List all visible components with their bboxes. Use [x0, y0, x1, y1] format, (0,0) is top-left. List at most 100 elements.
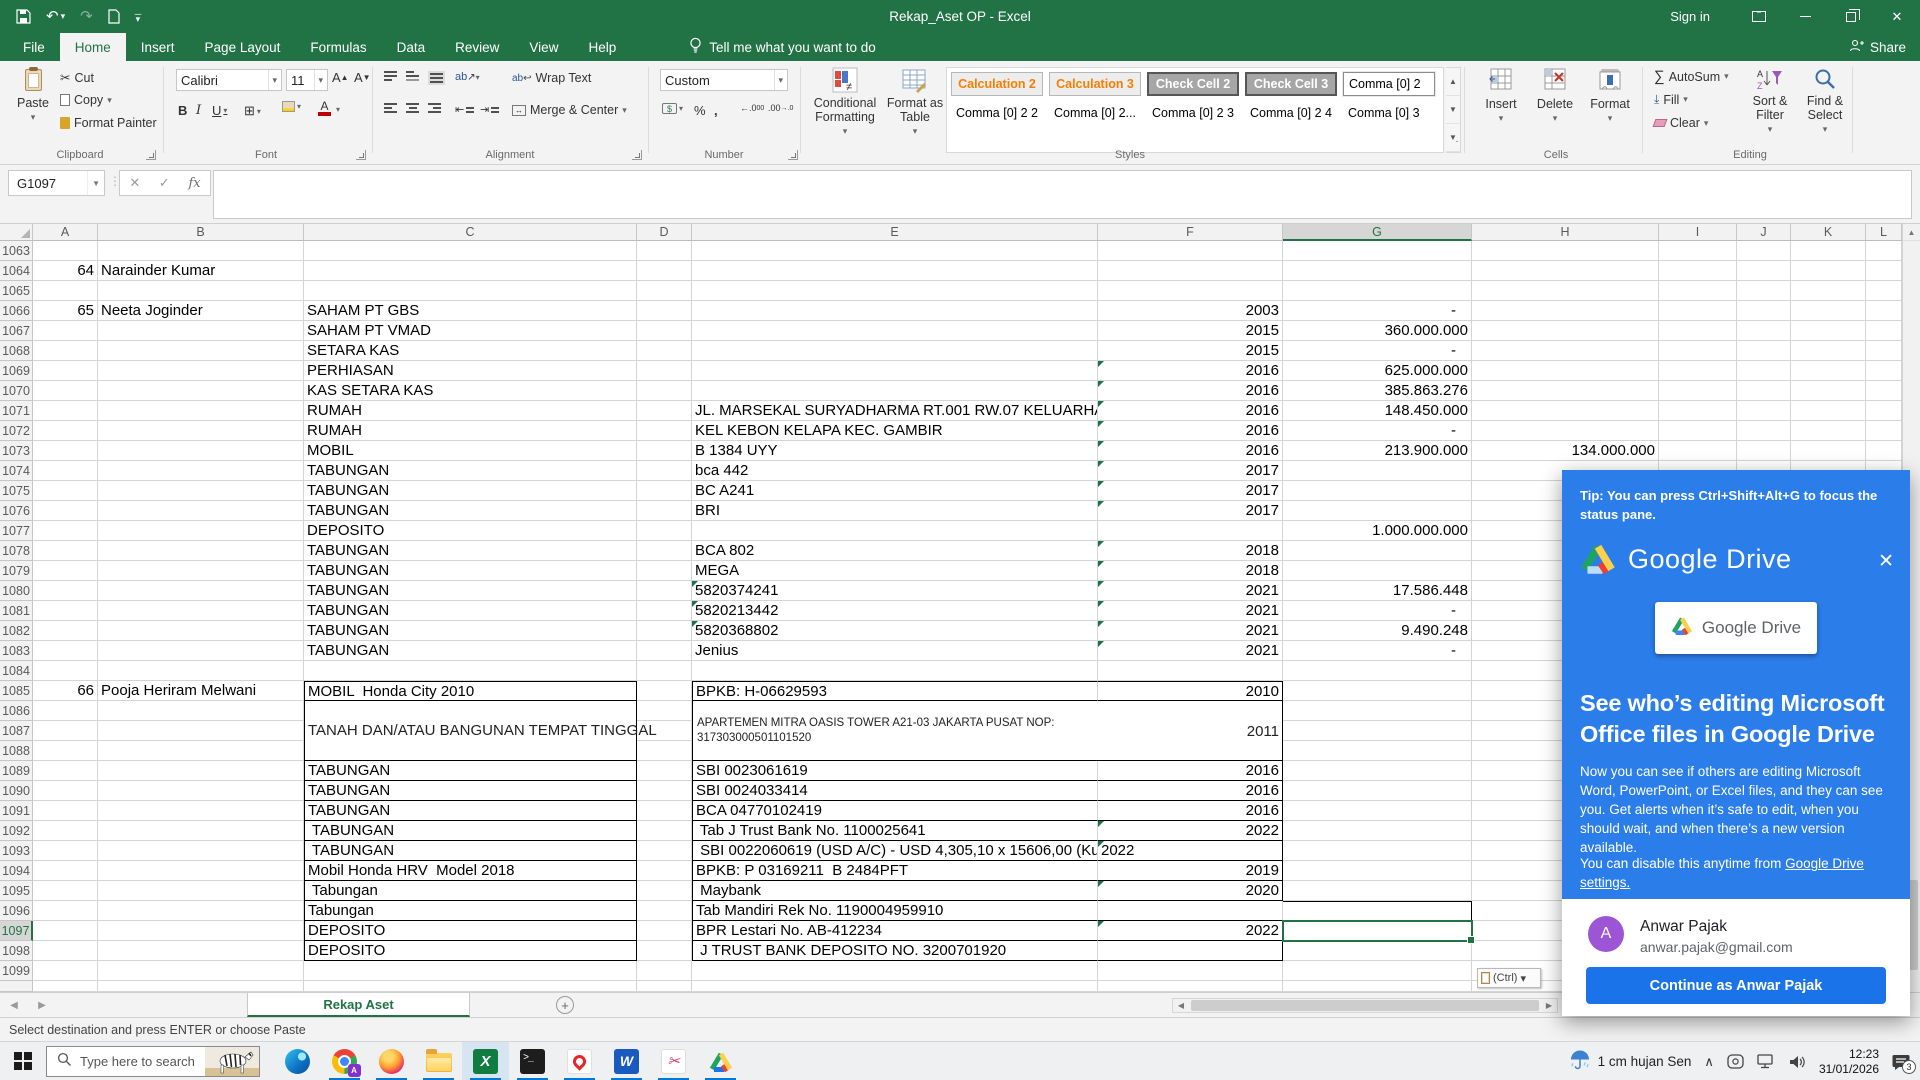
cell-D1077[interactable] — [637, 521, 692, 541]
tell-me-box[interactable]: Tell me what you want to do — [689, 33, 876, 61]
volume-icon[interactable] — [1788, 1054, 1806, 1070]
col-header-B[interactable]: B — [98, 224, 304, 241]
format-as-table-button[interactable]: Format as Table ▾ — [886, 67, 944, 138]
row-header-1097[interactable]: 1097 — [0, 921, 33, 941]
cell-E1095[interactable]: Maybank — [692, 881, 1098, 901]
cell-B1063[interactable] — [98, 241, 304, 261]
cell-C1076[interactable]: TABUNGAN — [304, 501, 637, 521]
cell-I1071[interactable] — [1659, 401, 1737, 421]
cell-G1087[interactable] — [1283, 721, 1472, 741]
wrap-text-button[interactable]: ab↩ Wrap Text — [512, 71, 591, 85]
taskbar-cmd-icon[interactable]: >_ — [509, 1042, 556, 1080]
cell-G1078[interactable] — [1283, 541, 1472, 561]
number-format-combo[interactable]: Custom ▾ — [660, 69, 788, 91]
cell-C1065[interactable] — [304, 281, 637, 301]
cell-D1090[interactable] — [637, 781, 692, 801]
cell-A1097[interactable] — [33, 921, 98, 941]
cell-H1065[interactable] — [1472, 281, 1659, 301]
search-input[interactable]: Type here to search — [46, 1045, 260, 1077]
row-header-1077[interactable]: 1077 — [0, 521, 33, 541]
cell-F1079[interactable]: 2018 — [1098, 561, 1283, 581]
cell-C1098[interactable]: DEPOSITO — [304, 941, 637, 961]
row-header-1089[interactable]: 1089 — [0, 761, 33, 781]
cell-L1071[interactable] — [1866, 401, 1902, 421]
cell-F1083[interactable]: 2021 — [1098, 641, 1283, 661]
cell-F1092[interactable]: 2022 — [1098, 821, 1283, 841]
cell-F1067[interactable]: 2015 — [1098, 321, 1283, 341]
cell-F1084[interactable] — [1098, 661, 1283, 681]
fill-button[interactable]: ⤓ Fill ▾ — [1654, 92, 1688, 107]
cell-D1080[interactable] — [637, 581, 692, 601]
cell-E1093[interactable]: SBI 0022060619 (USD A/C) - USD 4,305,10 … — [692, 841, 1098, 861]
fill-color-button[interactable]: ▾ — [282, 101, 301, 112]
cell-A1080[interactable] — [33, 581, 98, 601]
row-header-1072[interactable]: 1072 — [0, 421, 33, 441]
cell-D1070[interactable] — [637, 381, 692, 401]
cell-A1073[interactable] — [33, 441, 98, 461]
sign-in-button[interactable]: Sign in — [1658, 0, 1722, 33]
cell-K1066[interactable] — [1791, 301, 1866, 321]
cell-F1080[interactable]: 2021 — [1098, 581, 1283, 601]
cell-L1072[interactable] — [1866, 421, 1902, 441]
cell-C1080[interactable]: TABUNGAN — [304, 581, 637, 601]
cell-C1074[interactable]: TABUNGAN — [304, 461, 637, 481]
cell-G1080[interactable]: 17.586.448 — [1283, 581, 1472, 601]
cell-B1096[interactable] — [98, 901, 304, 921]
cell-E1075[interactable]: BC A241 — [692, 481, 1098, 501]
paste-button[interactable]: Paste ▾ — [10, 67, 56, 124]
cell-A1078[interactable] — [33, 541, 98, 561]
cell-F1072[interactable]: 2016 — [1098, 421, 1283, 441]
cell-D1095[interactable] — [637, 881, 692, 901]
row-header-1086[interactable]: 1086 — [0, 701, 33, 721]
cell-A1079[interactable] — [33, 561, 98, 581]
row-header-1099[interactable]: 1099 — [0, 961, 33, 981]
row-header-1091[interactable]: 1091 — [0, 801, 33, 821]
cell-F1068[interactable]: 2015 — [1098, 341, 1283, 361]
cell-A1077[interactable] — [33, 521, 98, 541]
cell-K1065[interactable] — [1791, 281, 1866, 301]
cell-C1073[interactable]: MOBIL — [304, 441, 637, 461]
start-button[interactable] — [0, 1042, 46, 1080]
cell-D1093[interactable] — [637, 841, 692, 861]
cell-G1069[interactable]: 625.000.000 — [1283, 361, 1472, 381]
cell-B1074[interactable] — [98, 461, 304, 481]
cell-D1071[interactable] — [637, 401, 692, 421]
col-header-H[interactable]: H — [1472, 224, 1659, 241]
row-header-1071[interactable]: 1071 — [0, 401, 33, 421]
clipboard-dialog-launcher[interactable] — [146, 150, 156, 160]
cell-D1099[interactable] — [637, 961, 692, 981]
cell-F1065[interactable] — [1098, 281, 1283, 301]
cell-H1064[interactable] — [1472, 261, 1659, 281]
cell-G1090[interactable] — [1283, 781, 1472, 801]
cell-F1073[interactable]: 2016 — [1098, 441, 1283, 461]
taskbar-explorer-icon[interactable] — [415, 1042, 462, 1080]
autosum-button[interactable]: ∑ AutoSum ▾ — [1654, 68, 1729, 85]
borders-button[interactable]: ⊞ ▾ — [244, 103, 261, 119]
cell-G1074[interactable] — [1283, 461, 1472, 481]
row-header-1083[interactable]: 1083 — [0, 641, 33, 661]
style-comma-0-2[interactable]: Comma [0] 2 — [1342, 71, 1436, 97]
merge-center-button[interactable]: ↔ Merge & Center ▾ — [512, 103, 627, 117]
row-header-1088[interactable]: 1088 — [0, 741, 33, 761]
minimize-button[interactable] — [1782, 0, 1828, 33]
cell-B1088[interactable] — [98, 741, 304, 761]
cell-I1067[interactable] — [1659, 321, 1737, 341]
cell-A1076[interactable] — [33, 501, 98, 521]
cell-B1078[interactable] — [98, 541, 304, 561]
cell-C1068[interactable]: SETARA KAS — [304, 341, 637, 361]
row-header-1075[interactable]: 1075 — [0, 481, 33, 501]
cell-B1091[interactable] — [98, 801, 304, 821]
cell-B1072[interactable] — [98, 421, 304, 441]
cell-B1095[interactable] — [98, 881, 304, 901]
col-header-G[interactable]: G — [1283, 224, 1472, 241]
sheet-next-icon[interactable]: ▶ — [28, 993, 56, 1017]
cell-H1066[interactable] — [1472, 301, 1659, 321]
row-header-1092[interactable]: 1092 — [0, 821, 33, 841]
formula-input[interactable] — [213, 170, 1912, 219]
cell-C1089[interactable]: TABUNGAN — [304, 761, 637, 781]
cell-D1086[interactable] — [637, 701, 692, 721]
row-header-1095[interactable]: 1095 — [0, 881, 33, 901]
row-header-1076[interactable]: 1076 — [0, 501, 33, 521]
align-top-icon[interactable] — [384, 71, 397, 81]
cell-E1084[interactable] — [692, 661, 1098, 681]
